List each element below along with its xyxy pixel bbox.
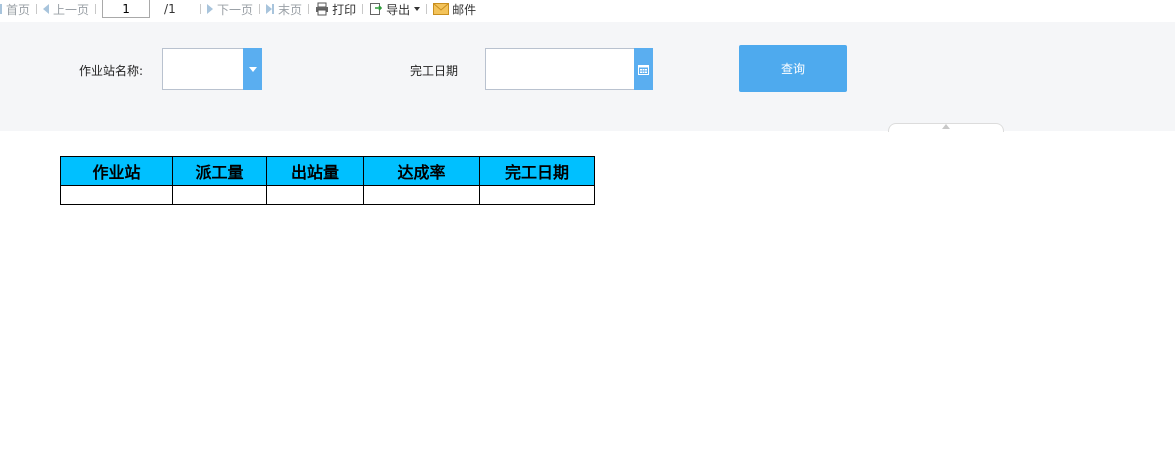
station-name-select[interactable] [162,48,262,90]
collapse-panel-toggle[interactable] [888,123,1004,132]
toolbar-divider [36,4,38,14]
toolbar-divider [362,4,364,14]
first-page-label: 首页 [6,2,31,17]
toolbar-divider [426,4,428,14]
last-page-bar-icon [272,4,275,14]
station-dropdown-button[interactable] [243,48,262,90]
calendar-icon [638,64,649,75]
table-cell [479,185,595,205]
query-button[interactable]: 查询 [739,45,847,92]
export-label: 导出 [386,2,411,17]
email-label: 邮件 [452,2,477,17]
filter-panel: 作业站名称: 完工日期 查询 [0,22,1175,132]
prev-page-button[interactable]: 上一页 [43,0,89,18]
chevron-up-icon [942,124,950,129]
date-picker-button[interactable] [634,48,653,90]
table-row [60,185,595,205]
print-button[interactable]: 打印 [315,0,356,18]
export-icon [370,3,383,15]
finish-date-field[interactable] [485,48,653,90]
chevron-down-icon [248,66,257,72]
toolbar-divider [259,4,261,14]
station-name-label: 作业站名称: [79,64,144,78]
next-page-button[interactable]: 下一页 [207,0,253,18]
envelope-icon [433,3,450,15]
email-button[interactable]: 邮件 [433,0,476,18]
prev-page-label: 上一页 [53,2,90,17]
table-cell [363,185,480,205]
column-header-achievement-rate: 达成率 [363,156,480,186]
toolbar-divider [200,4,202,14]
next-page-label: 下一页 [217,2,254,17]
column-header-dispatch-qty: 派工量 [172,156,267,186]
toolbar-divider [95,4,97,14]
next-page-icon [207,4,214,14]
chevron-down-icon [414,7,421,11]
page-number-input[interactable] [102,0,151,18]
first-page-button[interactable]: 首页 [0,0,30,18]
print-label: 打印 [332,2,357,17]
table-cell [266,185,364,205]
page-total: /1 [164,2,176,16]
finish-date-label: 完工日期 [410,64,459,78]
report-table: 作业站 派工量 出站量 达成率 完工日期 [60,156,595,205]
column-header-finish-date: 完工日期 [479,156,595,186]
report-toolbar: 首页 上一页 /1 下一页 末页 打印 导出 [0,0,1175,18]
export-button[interactable]: 导出 [369,0,421,18]
table-header-row: 作业站 派工量 出站量 达成率 完工日期 [60,156,595,186]
table-cell [172,185,267,205]
column-header-out-qty: 出站量 [266,156,364,186]
table-cell [60,185,173,205]
column-header-station: 作业站 [60,156,173,186]
last-page-button[interactable]: 末页 [266,0,302,18]
prev-page-icon [43,4,50,14]
toolbar-divider [308,4,310,14]
last-page-label: 末页 [278,2,303,17]
first-page-icon [0,4,2,14]
printer-icon [316,2,329,16]
